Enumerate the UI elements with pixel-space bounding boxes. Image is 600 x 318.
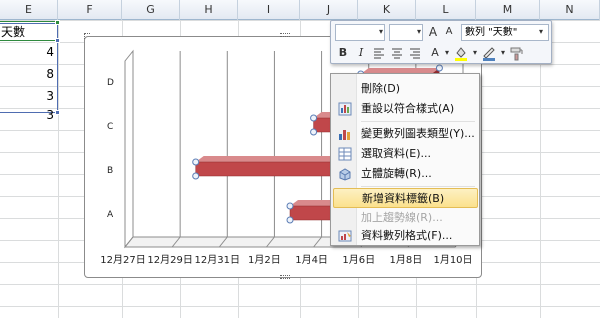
column-header-j[interactable]: J <box>300 0 358 20</box>
bar-selection-handle <box>286 216 294 224</box>
cell-e2[interactable]: 4 <box>0 41 58 63</box>
column-header-h[interactable]: H <box>180 0 238 20</box>
chart-category-labels: A B C D <box>107 78 114 220</box>
context-menu: 刪除(D) 重設以符合樣式(A) 變更數列圖表類型(Y)... 選取資料(E).… <box>330 73 480 246</box>
shrink-font-button[interactable]: A <box>441 24 457 40</box>
reset-style-icon <box>338 102 352 116</box>
column-header-e[interactable]: E <box>0 0 58 20</box>
format-painter-icon[interactable] <box>509 45 525 61</box>
date-tick-label: 1月8日 <box>389 254 422 266</box>
date-tick-label: 1月6日 <box>342 254 375 266</box>
column-header-m[interactable]: M <box>476 0 540 20</box>
range-handle[interactable] <box>55 38 60 43</box>
date-tick-label: 1月4日 <box>295 254 328 266</box>
menu-separator <box>361 186 475 187</box>
menu-item-select-data[interactable]: 選取資料(E)... <box>333 144 478 164</box>
grid-line <box>540 20 541 318</box>
align-center-icon[interactable] <box>389 45 405 61</box>
chart-side-wall <box>124 49 134 249</box>
menu-item-delete[interactable]: 刪除(D) <box>333 79 478 99</box>
category-label: B <box>107 166 113 176</box>
column-header-f[interactable]: F <box>58 0 122 20</box>
menu-item-reset-style[interactable]: 重設以符合樣式(A) <box>333 99 478 119</box>
menu-item-add-data-labels[interactable]: 新增資料標籤(B) <box>333 188 478 208</box>
chart-corner-handle[interactable] <box>84 33 90 39</box>
grid-line <box>58 20 59 318</box>
menu-item-add-trendline[interactable]: 加上趨勢線(R)... <box>333 208 478 228</box>
category-label: C <box>107 122 113 132</box>
menu-item-format-data-series[interactable]: 資料數列格式(F)... <box>333 226 478 246</box>
cell-e5[interactable]: 3 <box>0 104 58 126</box>
chevron-down-icon[interactable]: ▾ <box>373 24 389 40</box>
column-header-g[interactable]: G <box>122 0 180 20</box>
3d-rotation-icon <box>338 167 352 181</box>
bar-selection-handle <box>286 202 294 210</box>
bar-selection-handle <box>435 64 443 72</box>
menu-item-3d-rotation[interactable]: 立體旋轉(R)... <box>333 164 478 184</box>
range-handle[interactable] <box>55 110 60 115</box>
chart-type-icon <box>338 127 352 141</box>
column-header-k[interactable]: K <box>358 0 416 20</box>
column-header-n[interactable]: N <box>540 0 600 20</box>
italic-button[interactable]: I <box>353 45 369 61</box>
date-tick-label: 12月27日 <box>100 254 145 266</box>
bar-selection-handle <box>310 114 318 122</box>
align-right-icon[interactable] <box>407 45 423 61</box>
range-handle[interactable] <box>55 20 60 25</box>
format-series-icon <box>338 229 352 243</box>
date-tick-label: 12月29日 <box>147 254 192 266</box>
chart-resize-handle[interactable] <box>280 275 290 279</box>
chevron-down-icon[interactable]: ▾ <box>533 24 549 40</box>
chart-resize-handle[interactable] <box>280 33 290 37</box>
bold-button[interactable]: B <box>335 45 351 61</box>
bar-selection-handle <box>192 172 200 180</box>
grow-font-button[interactable]: A <box>425 24 441 40</box>
chart-date-labels: 12月27日 12月29日 12月31日 1月2日 1月4日 1月6日 1月8日 1月10日 <box>100 254 472 266</box>
date-tick-label: 1月10日 <box>433 254 472 266</box>
column-header-l[interactable]: L <box>416 0 476 20</box>
mini-toolbar: ▾ ▾ A A 數列 "天數" ▾ B I A ▾ ▾ ▾ <box>330 20 552 64</box>
date-tick-label: 12月31日 <box>195 254 240 266</box>
bar-selection-handle <box>192 158 200 166</box>
menu-item-change-chart-type[interactable]: 變更數列圖表類型(Y)... <box>333 124 478 144</box>
date-tick-label: 1月2日 <box>248 254 281 266</box>
category-label: A <box>107 210 114 220</box>
cell-e3[interactable]: 8 <box>0 63 58 85</box>
column-header-i[interactable]: I <box>238 0 300 20</box>
bar-selection-handle <box>310 128 318 136</box>
select-data-icon <box>338 147 352 161</box>
menu-separator <box>361 121 475 122</box>
category-label: D <box>107 78 114 88</box>
align-left-icon[interactable] <box>371 45 387 61</box>
